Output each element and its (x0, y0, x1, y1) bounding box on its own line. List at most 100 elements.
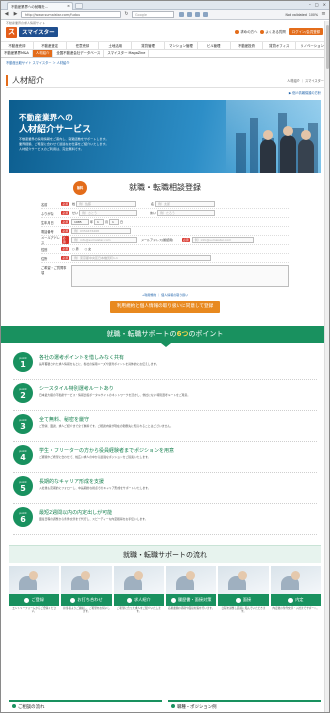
step-name: ご登録 (9, 594, 60, 606)
nav-item[interactable]: 土地活用 (99, 42, 133, 49)
submit-button[interactable]: 利用規約と個人情報の取り扱いに同意して登録 (110, 301, 220, 313)
nav-item[interactable]: 不動産業界M&A (1, 50, 33, 57)
nav-item[interactable]: 賃貸管理 (132, 42, 165, 49)
mail-confirm-label: メールアドレス(確認用) (141, 238, 174, 242)
male-radio[interactable]: ○ 男 (71, 247, 80, 251)
nav-item[interactable]: スマイスター MagaZine (104, 50, 150, 57)
nav-item[interactable]: 不動産投資 (231, 42, 264, 49)
email-field[interactable]: 例）info@sumaistar.com (71, 237, 137, 243)
back-icon[interactable]: ◀ (3, 11, 10, 18)
recruit-link[interactable]: 求めの方へ (235, 28, 257, 35)
point-badge: point 4 (13, 445, 33, 465)
page-title-sub: 人材紹介 ｜ スマイスター (287, 78, 324, 83)
bookmark-icon[interactable] (179, 12, 184, 17)
reload-icon[interactable]: ↻ (123, 11, 130, 18)
nav-item[interactable]: ビル管理 (198, 42, 231, 49)
point-item: point 5 長期的なキャリア形成を支援 入社後も定期的にフォローし、中長期的な視点… (13, 473, 317, 504)
step-desc: エントリーフォームからご登録ください。 (12, 607, 57, 614)
birth-label: 生年月日 (41, 220, 54, 225)
circle-icon (235, 29, 240, 34)
point-desc: 入社後も定期的にフォローし、中長期的な視点でのキャリア形成をサポートいたします。 (39, 485, 151, 490)
nav-item[interactable]: マンション管理 (165, 42, 198, 49)
browser-tab[interactable]: 不動産業界への就職を… × (7, 2, 73, 10)
question-icon (260, 29, 265, 34)
faq-link[interactable]: よくある質問 (260, 28, 286, 35)
search-input[interactable]: Google (132, 11, 174, 18)
close-icon[interactable]: × (67, 4, 70, 8)
step-icon (235, 597, 241, 603)
window-close-icon[interactable]: × (323, 2, 326, 7)
forward-icon[interactable]: ▶ (12, 11, 19, 18)
female-radio[interactable]: ○ 女 (84, 247, 93, 251)
step-desc: 担当者よりご連絡し、ご希望をお伺いします。 (63, 607, 110, 614)
required-badge: 必須 (61, 202, 69, 206)
point-badge: point 2 (13, 383, 33, 403)
step-icon (126, 597, 132, 603)
scrollbar[interactable] (324, 21, 329, 712)
step-desc: 内定後の条件交渉・入社までサポート。 (272, 607, 320, 610)
positions-heading: 職種・ポジション例 (168, 700, 321, 712)
step-photo (113, 566, 164, 594)
address-bar[interactable]: http://www.sumaistar.com/fudou (21, 11, 121, 18)
last-name-kana-field[interactable]: 例）さとう (79, 210, 138, 216)
required-badge: 必須 (61, 229, 69, 233)
required-badge: 必須 (61, 236, 69, 244)
step-photo (218, 566, 269, 594)
page-title: 人材紹介 (6, 74, 44, 86)
tel-field[interactable]: 例）0354476268 (71, 228, 131, 234)
home-icon[interactable] (195, 12, 200, 17)
addon-icon[interactable] (203, 12, 208, 17)
flow-step: 求人紹介 ご希望に合った求人をご紹介いたします。 (113, 566, 164, 627)
nav-item[interactable]: 任意売却 (67, 42, 100, 49)
minimize-icon[interactable]: – (309, 2, 311, 7)
points-list: point 1 各社の選考ポイントを惜しみなく共有 長年蓄積された求人情報をもとに、各… (13, 349, 317, 535)
maximize-icon[interactable]: □ (315, 2, 319, 7)
form-title: 就職・転職相談登録 (129, 183, 201, 192)
required-badge: 必須 (61, 256, 69, 260)
birth-day-select[interactable]: 1 (109, 219, 120, 225)
point-desc: 日本最大級の不動産サービス・情報比較ポータルサイトのネットワークを活かし、他社に… (39, 392, 191, 397)
first-name-kana-field[interactable]: 例）たろう (157, 210, 216, 216)
birth-year-select[interactable]: 1985 (71, 219, 89, 225)
site-logo[interactable]: ス スマイスター (6, 26, 58, 38)
first-name-field[interactable]: 例）太郎 (155, 201, 216, 207)
nav-item[interactable]: 全国不動産会社データベース (53, 50, 105, 57)
point-desc: 面接日程の調整から条件交渉まで代行し、スピーディーな内定獲得をお手伝いします。 (39, 516, 148, 521)
required-badge: 必須 (61, 211, 69, 215)
agreement-links[interactable]: →利用規約 ｜ 個人情報の取り扱い (1, 293, 329, 297)
step-name: 履歴書・面接対策 (165, 594, 217, 606)
privacy-link[interactable]: ▶ 個人情報保護の方針 (1, 88, 329, 97)
nav-item[interactable]: 不動産売却 (1, 42, 34, 49)
nav-item[interactable]: 不動産査定 (34, 42, 67, 49)
address-label: 住所 (41, 256, 48, 261)
point-item: point 4 学生・フリーターの方から役員経験者までポジションを用意 ご経験やご希望… (13, 442, 317, 473)
login-button[interactable]: ログイン/会員登録 (288, 28, 323, 35)
scrollbar-thumb[interactable] (326, 25, 329, 69)
last-name-field[interactable]: 例）佐藤 (76, 201, 137, 207)
free-badge: 無料 (73, 181, 87, 195)
birth-month-select[interactable]: 1 (94, 219, 105, 225)
step-name: 面接 (218, 594, 269, 606)
step-desc: 応募書類の添削や面接対策を行います。 (167, 607, 215, 610)
nav-item[interactable]: 人材紹介 (32, 50, 54, 57)
name-label: 名前 (41, 202, 48, 207)
tel-label: 電話番号 (41, 229, 54, 234)
step-desc: 日程を調整し面接に臨んでいただきます。 (221, 607, 266, 614)
step-photo (9, 566, 60, 594)
flow-step: 面接 日程を調整し面接に臨んでいただきます。 (218, 566, 269, 627)
flow-steps: ご登録 エントリーフォームからご登録ください。 お打ち合わせ 担当者よりご連絡し、ご希… (9, 566, 321, 627)
breadcrumb[interactable]: 不動産比較サイト スマイスター ＞ 人材紹介 (1, 58, 329, 67)
download-icon[interactable] (187, 12, 192, 17)
hero-banner: 不動産業界への 人材紹介サービス 不動産業界の採用情報をご案内し、就職活動をサポ… (9, 100, 321, 173)
note-textarea[interactable] (71, 265, 289, 287)
email-confirm-field[interactable]: 例）info@sumaistar.com (191, 237, 254, 243)
required-badge: 必須 (182, 238, 190, 242)
step-icon (170, 597, 176, 603)
new-tab-button[interactable] (75, 3, 83, 9)
zoom-level[interactable]: 100% (309, 13, 318, 17)
sei-kana-label: せい (72, 211, 79, 215)
nav-item[interactable]: 賃貸オフィス (263, 42, 297, 49)
address-field[interactable]: 例）東京都中央区日本橋兜町1-1 (71, 255, 211, 261)
menu-icon[interactable]: ≡ (320, 11, 327, 18)
header-links: 求めの方へ よくある質問 ログイン/会員登録 (235, 28, 323, 35)
